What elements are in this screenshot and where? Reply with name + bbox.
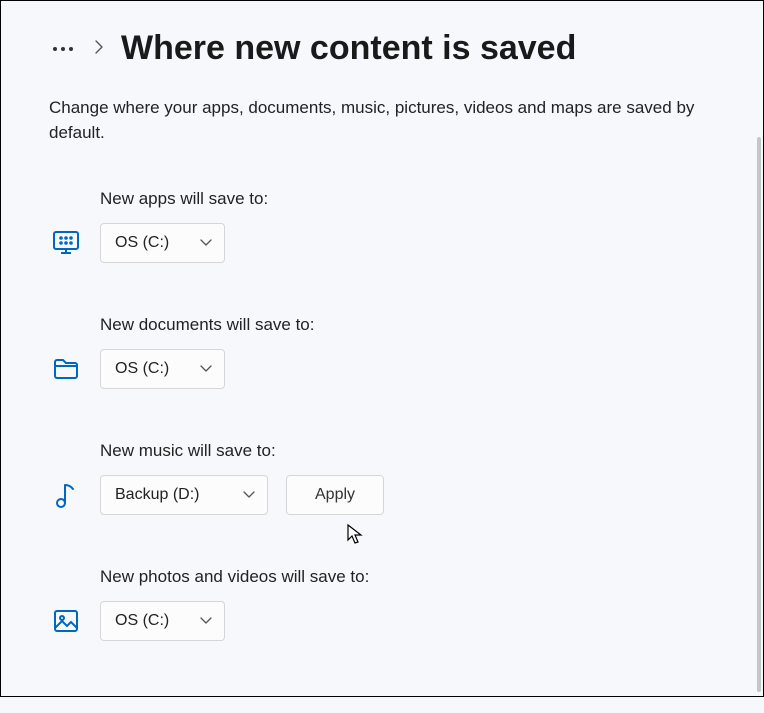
label-music: New music will save to:	[100, 441, 715, 461]
chevron-down-icon	[200, 234, 212, 252]
dropdown-documents[interactable]: OS (C:)	[100, 349, 225, 389]
label-photos: New photos and videos will save to:	[100, 567, 715, 587]
music-note-icon	[49, 479, 82, 512]
more-icon[interactable]	[49, 43, 77, 55]
dropdown-apps[interactable]: OS (C:)	[100, 223, 225, 263]
chevron-down-icon	[243, 486, 255, 504]
monitor-icon	[49, 227, 82, 260]
folder-icon	[49, 353, 82, 386]
section-music: New music will save to: Backup (D:) Appl…	[49, 441, 715, 515]
apply-button[interactable]: Apply	[286, 475, 384, 515]
page-title: Where new content is saved	[121, 29, 576, 68]
image-icon	[49, 605, 82, 638]
label-apps: New apps will save to:	[100, 189, 715, 209]
label-documents: New documents will save to:	[100, 315, 715, 335]
section-apps: New apps will save to: OS (C:)	[49, 189, 715, 263]
dropdown-value: OS (C:)	[115, 612, 169, 630]
dropdown-value: Backup (D:)	[115, 486, 199, 504]
page-description: Change where your apps, documents, music…	[49, 96, 709, 145]
settings-panel: Where new content is saved Change where …	[1, 1, 763, 713]
section-photos: New photos and videos will save to: OS (…	[49, 567, 715, 641]
section-documents: New documents will save to: OS (C:)	[49, 315, 715, 389]
apply-label: Apply	[315, 486, 355, 504]
dropdown-photos[interactable]: OS (C:)	[100, 601, 225, 641]
chevron-right-icon	[93, 38, 105, 59]
scrollbar[interactable]	[757, 137, 761, 692]
breadcrumb: Where new content is saved	[49, 29, 715, 68]
chevron-down-icon	[200, 612, 212, 630]
dropdown-music[interactable]: Backup (D:)	[100, 475, 268, 515]
dropdown-value: OS (C:)	[115, 234, 169, 252]
chevron-down-icon	[200, 360, 212, 378]
dropdown-value: OS (C:)	[115, 360, 169, 378]
